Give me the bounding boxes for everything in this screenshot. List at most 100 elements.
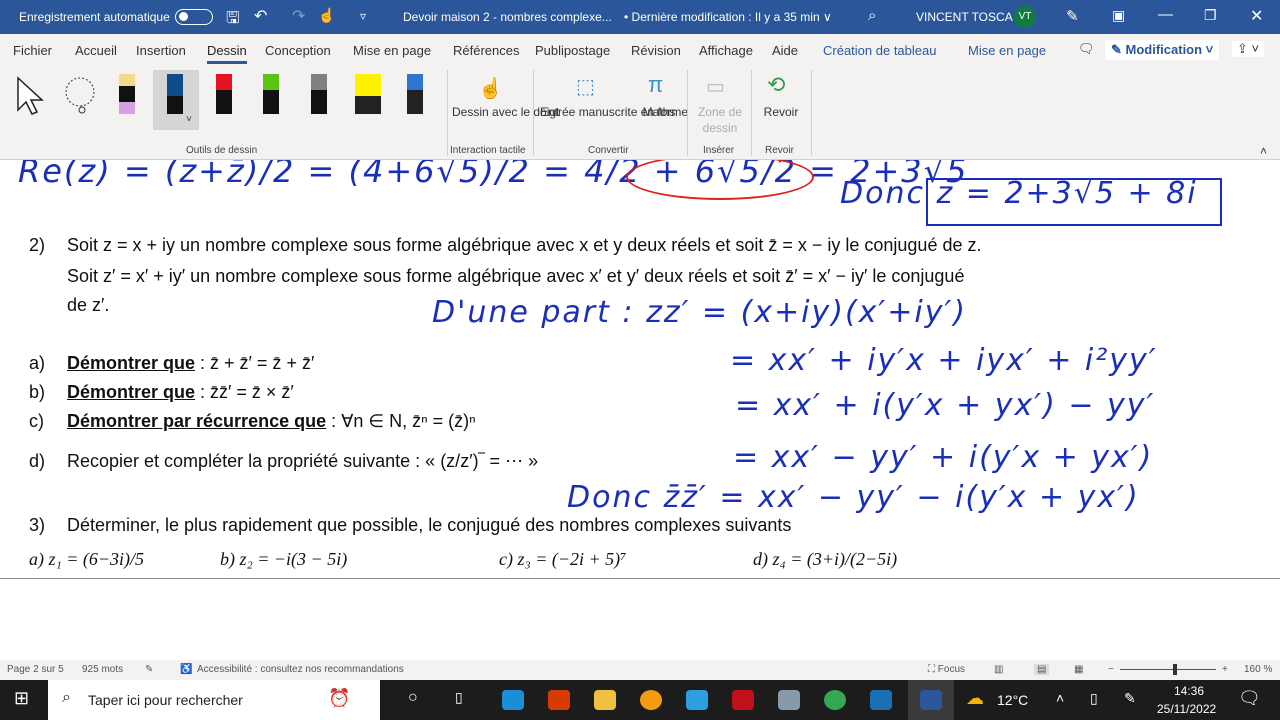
windows-start-icon[interactable]: ⊞: [14, 688, 29, 709]
autosave-label: Enregistrement automatique: [19, 10, 170, 24]
eraser-icon[interactable]: [119, 74, 135, 114]
galaxy-pen-icon[interactable]: [407, 74, 423, 114]
zoom-level[interactable]: 160 %: [1244, 664, 1272, 675]
pencil-icon[interactable]: [311, 74, 327, 114]
restore-button[interactable]: ❐: [1204, 7, 1217, 24]
tab-creation-tableau[interactable]: Création de tableau: [823, 43, 936, 58]
mail-icon[interactable]: [686, 690, 708, 710]
vertical-scrollbar[interactable]: [1230, 160, 1280, 578]
tab-insertion[interactable]: Insertion: [136, 43, 186, 58]
red-pen-icon[interactable]: [216, 74, 232, 114]
word-count[interactable]: 925 mots: [82, 664, 123, 675]
alarm-clock-icon: ⏰: [328, 688, 351, 708]
zoom-in-button[interactable]: +: [1222, 664, 1228, 675]
tab-mise-en-page[interactable]: Mise en page: [353, 43, 431, 58]
accessibility-status[interactable]: Accessibilité : consultez nos recommanda…: [197, 664, 404, 675]
mcafee-icon[interactable]: [732, 690, 754, 710]
tab-fichier[interactable]: Fichier: [13, 43, 52, 58]
document-title[interactable]: Devoir maison 2 - nombres complexe...: [403, 10, 612, 24]
accessibility-icon[interactable]: ♿: [180, 664, 192, 675]
search-icon: ⌕: [62, 689, 71, 706]
tab-revision[interactable]: Révision: [631, 43, 681, 58]
handwriting-line: D'une part : zz′ = (x+iy)(x′+iy′): [432, 295, 967, 330]
item-label: d): [29, 451, 46, 471]
editing-mode-button[interactable]: ✎ Modification ˅: [1105, 40, 1220, 60]
tab-publipostage[interactable]: Publipostage: [535, 43, 610, 58]
search-icon[interactable]: ⌕: [868, 7, 876, 24]
focus-label: Focus: [937, 664, 966, 675]
taskbar-search[interactable]: ⌕ Taper ici pour rechercher ⏰: [48, 680, 380, 720]
word-taskbar-button[interactable]: [908, 680, 954, 720]
app-icon[interactable]: [870, 690, 892, 710]
green-pen-icon[interactable]: [263, 74, 279, 114]
tab-dessin[interactable]: Dessin: [207, 43, 247, 64]
avatar[interactable]: VT: [1014, 6, 1036, 28]
zoom-slider[interactable]: [1120, 669, 1216, 670]
save-icon[interactable]: 🖫: [226, 7, 240, 34]
user-name[interactable]: VINCENT TOSCA: [916, 10, 1013, 24]
proofing-icon[interactable]: ✎: [145, 664, 153, 675]
tab-accueil[interactable]: Accueil: [75, 43, 117, 58]
office-icon[interactable]: [548, 690, 570, 710]
highlighter-icon[interactable]: [355, 74, 381, 114]
clock-date[interactable]: 25/11/2022: [1157, 702, 1216, 716]
replay-icon[interactable]: ⟲: [767, 72, 785, 98]
web-layout-icon[interactable]: ▦: [1074, 664, 1083, 675]
ink-to-shape-icon[interactable]: ⬚: [576, 74, 595, 99]
tab-references[interactable]: Références: [453, 43, 519, 58]
weather-icon[interactable]: ☁: [966, 688, 984, 709]
tray-chevron-icon[interactable]: ˄: [1056, 690, 1064, 706]
ink-to-math-icon[interactable]: π: [648, 72, 663, 98]
pen-tray-icon[interactable]: ✎: [1124, 690, 1136, 707]
file-explorer-icon[interactable]: [594, 690, 616, 710]
tab-mise-en-page-tableau[interactable]: Mise en page: [968, 43, 1046, 58]
edge-icon[interactable]: [502, 690, 524, 710]
ribbon-display-icon[interactable]: ▣: [1112, 7, 1125, 24]
replay-button[interactable]: Revoir: [758, 104, 804, 120]
tab-aide[interactable]: Aide: [772, 43, 798, 58]
last-modified[interactable]: • Dernière modification : Il y a 35 min …: [624, 10, 832, 24]
comments-icon[interactable]: 🗨: [1078, 41, 1095, 57]
page-count[interactable]: Page 2 sur 5: [7, 664, 64, 675]
draw-with-finger-button[interactable]: Dessin avec le doigt: [452, 104, 559, 120]
item-formula: : z̄z̄′ = z̄ × z̄′: [195, 382, 294, 402]
page-gap: [0, 578, 1280, 660]
draw-with-finger-icon[interactable]: ☝: [478, 76, 503, 101]
blue-pen-icon[interactable]: [167, 74, 183, 114]
notifications-icon[interactable]: 🗨: [1238, 688, 1261, 709]
battery-icon[interactable]: ▯: [1090, 690, 1098, 707]
weather-temp[interactable]: 12°C: [997, 692, 1028, 708]
pen-icon[interactable]: ✎: [1066, 7, 1079, 25]
collapse-ribbon-icon[interactable]: ˄: [1260, 144, 1267, 158]
firefox-icon[interactable]: [640, 690, 662, 710]
document-page[interactable]: Re(z) = (z+z̄)/2 = (4+6√5)/2 = 4/2 + 6√5…: [0, 160, 1230, 578]
tab-affichage[interactable]: Affichage: [699, 43, 753, 58]
close-button[interactable]: ✕: [1250, 6, 1263, 26]
editing-mode-label: Modification: [1125, 42, 1203, 57]
redo-icon[interactable]: ↷: [292, 6, 305, 26]
read-mode-icon[interactable]: ▥: [994, 664, 1003, 675]
touch-mode-icon[interactable]: ☝: [318, 7, 335, 24]
select-arrow-icon[interactable]: [16, 76, 48, 116]
zoom-slider-thumb[interactable]: [1173, 664, 1177, 675]
customize-toolbar-icon[interactable]: ▿: [360, 9, 366, 23]
autosave-toggle[interactable]: [175, 9, 213, 25]
undo-icon[interactable]: ↶: [254, 6, 267, 26]
lasso-icon[interactable]: [60, 74, 102, 116]
handwriting-line: = xx′ + i(y′x + yx′) − yy′: [735, 388, 1156, 423]
minimize-button[interactable]: —: [1158, 6, 1173, 23]
clock-time[interactable]: 14:36: [1174, 684, 1204, 698]
task-view-icon[interactable]: ▯: [455, 689, 463, 706]
tab-conception[interactable]: Conception: [265, 43, 331, 58]
focus-button[interactable]: ⛶ Focus: [928, 664, 965, 675]
math-button[interactable]: Maths: [640, 104, 678, 120]
print-layout-icon[interactable]: ▤: [1034, 664, 1050, 675]
cortana-icon[interactable]: ○: [408, 689, 418, 707]
share-icon[interactable]: ⇪ ˅: [1232, 41, 1265, 57]
ink-to-shape-button[interactable]: Entrée manuscrite en forme: [540, 104, 688, 120]
drawing-canvas-button[interactable]: Zone de dessin: [694, 104, 746, 136]
chevron-down-icon[interactable]: ˅: [186, 114, 192, 125]
app-icon[interactable]: [778, 690, 800, 710]
zoom-out-button[interactable]: −: [1108, 664, 1114, 675]
chrome-icon[interactable]: [824, 690, 846, 710]
